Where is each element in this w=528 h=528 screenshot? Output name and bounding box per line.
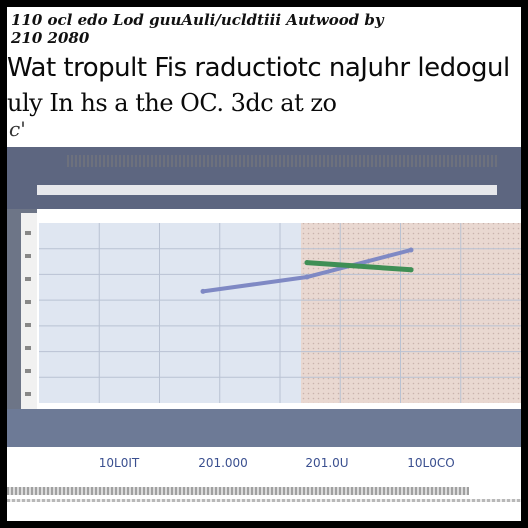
- banner-texture: [67, 155, 497, 167]
- y-tick: [25, 392, 31, 396]
- chart-title: Wat tropult Fis raductiotс naJuhr ledogu…: [7, 53, 510, 83]
- series-point-1: [304, 274, 310, 280]
- footer-strip: [7, 487, 469, 495]
- series-point-1: [200, 288, 206, 294]
- x-axis-band: [7, 409, 521, 447]
- x-tick-label: 10L0IT: [99, 456, 140, 470]
- x-tick-label: 201.0U: [305, 456, 348, 470]
- header-strip: [37, 185, 497, 195]
- x-tick-label: 201.000: [198, 456, 248, 470]
- footer-strip-2: [7, 499, 521, 502]
- series-point-1: [408, 247, 414, 253]
- header-line-1: 110 ocl edo Lod guuAuli/ucldtiii Autwood…: [11, 11, 384, 29]
- y-tick: [25, 231, 31, 235]
- y-tick: [25, 369, 31, 373]
- series-point-2: [408, 267, 414, 273]
- x-axis-labels: 10L0IT 201.000 201.0U 10L0CO: [99, 456, 455, 470]
- y-tick: [25, 346, 31, 350]
- y-tick: [25, 323, 31, 327]
- chart-frame: 110 ocl edo Lod guuAuli/ucldtiii Autwood…: [7, 7, 521, 521]
- x-tick-label: 10L0CO: [407, 456, 454, 470]
- y-axis-inner: [21, 213, 37, 409]
- line-chart: 10L0IT 201.000 201.0U 10L0CO: [7, 147, 521, 470]
- left-panel: [39, 223, 301, 403]
- header-line-2: 210 2080: [11, 29, 90, 47]
- series-point-2: [304, 260, 310, 266]
- y-tick: [25, 277, 31, 281]
- y-tick: [25, 300, 31, 304]
- y-tick: [25, 254, 31, 258]
- chart-subtitle: uly In hs a the OC. 3dc at zo: [7, 89, 337, 117]
